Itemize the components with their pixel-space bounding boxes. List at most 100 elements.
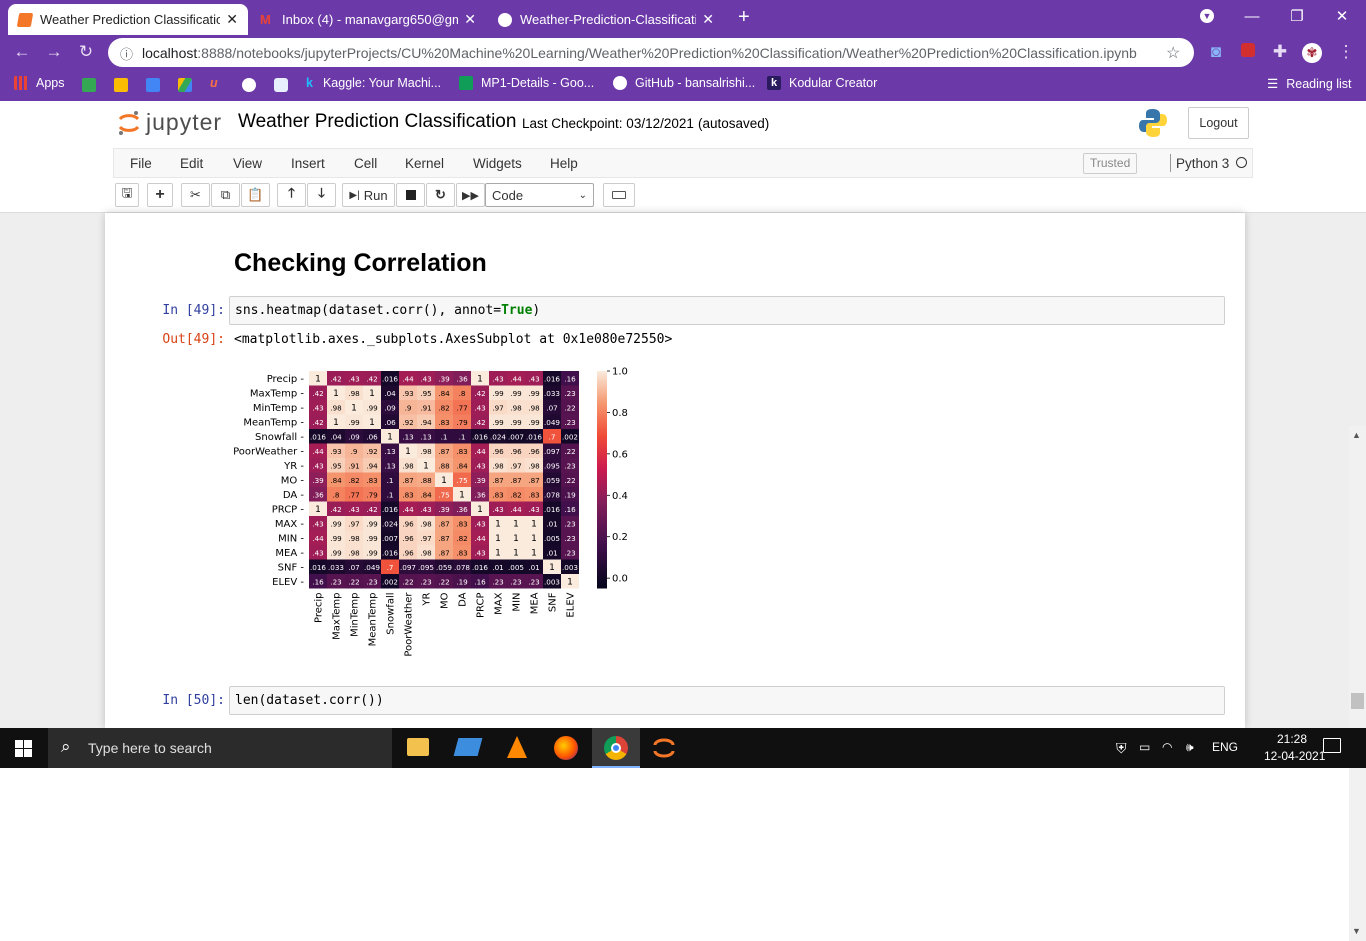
- bookmark-github[interactable]: GitHub - bansalrishi...: [613, 76, 755, 90]
- tab-github[interactable]: Weather-Prediction-Classification ✕: [488, 4, 724, 35]
- battery-icon[interactable]: ▭: [1139, 740, 1150, 754]
- paste-button[interactable]: 📋: [241, 183, 270, 207]
- menu-insert[interactable]: Insert: [291, 156, 325, 171]
- minimize-icon[interactable]: —: [1230, 0, 1274, 32]
- restore-icon[interactable]: ❐: [1275, 0, 1319, 32]
- heatmap-annotation: .095: [544, 461, 560, 470]
- docs-icon[interactable]: [146, 78, 160, 92]
- scroll-down-icon[interactable]: ▼: [1352, 926, 1361, 936]
- photos-icon[interactable]: [274, 78, 288, 92]
- menu-edit[interactable]: Edit: [180, 156, 203, 171]
- close-tab-icon[interactable]: ✕: [702, 11, 714, 28]
- clock-time[interactable]: 21:28: [1277, 732, 1307, 746]
- jupyter-logo[interactable]: jupyter: [117, 109, 222, 136]
- wifi-icon[interactable]: ◠: [1162, 740, 1172, 754]
- sheets-icon[interactable]: [82, 78, 96, 92]
- heatmap-annotation: .13: [402, 432, 413, 441]
- heatmap-col-label: Precip: [314, 593, 325, 624]
- site-info-icon[interactable]: ⓘ: [120, 44, 133, 63]
- heatmap-col-label: MeanTemp: [368, 593, 379, 647]
- heatmap-annotation: .98: [492, 461, 504, 470]
- notifications-icon[interactable]: [1323, 738, 1341, 753]
- command-palette-button[interactable]: [603, 183, 635, 207]
- desktop-app-icon[interactable]: [453, 738, 483, 756]
- heatmap-annotation: .1: [459, 432, 466, 441]
- heatmap-annotation: .75: [438, 490, 449, 499]
- reading-list[interactable]: ☰ Reading list: [1267, 76, 1352, 92]
- menu-kebab-icon[interactable]: ⋮: [1336, 42, 1356, 62]
- notebook-page: Checking Correlation In [49]: sns.heatma…: [105, 213, 1245, 728]
- tab-gmail-inbox[interactable]: M Inbox (4) - manavgarg650@gmail ✕: [250, 4, 486, 35]
- menu-kernel[interactable]: Kernel: [405, 156, 444, 171]
- close-window-icon[interactable]: ✕: [1320, 0, 1364, 32]
- extensions-puzzle-icon[interactable]: ✚: [1270, 42, 1290, 62]
- heatmap-annotation: .88: [420, 476, 432, 485]
- firefox-icon[interactable]: [554, 736, 578, 760]
- jupyter-taskbar-icon[interactable]: [652, 736, 676, 760]
- windows-start-icon[interactable]: [15, 740, 32, 757]
- menu-view[interactable]: View: [233, 156, 262, 171]
- page-scrollbar[interactable]: ▲ ▼: [1349, 426, 1366, 941]
- menu-file[interactable]: File: [130, 156, 152, 171]
- bookmark-kaggle[interactable]: k Kaggle: Your Machi...: [306, 76, 441, 90]
- heatmap-annotation: .84: [420, 490, 432, 499]
- run-button[interactable]: ▶| Run: [342, 183, 395, 207]
- input-prompt: In [49]:: [162, 303, 225, 318]
- bookmark-star-icon[interactable]: ☆: [1166, 43, 1180, 63]
- udemy-icon[interactable]: u: [210, 76, 218, 90]
- menu-widgets[interactable]: Widgets: [473, 156, 522, 171]
- tab-weather-prediction[interactable]: Weather Prediction Classification ✕: [8, 4, 248, 35]
- restart-button[interactable]: ↻: [426, 183, 455, 207]
- scrollbar-thumb[interactable]: [1351, 693, 1364, 709]
- address-bar[interactable]: ⓘ localhost:8888/notebooks/jupyterProjec…: [108, 38, 1194, 67]
- bookmark-apps[interactable]: Apps: [14, 76, 65, 90]
- close-tab-icon[interactable]: ✕: [464, 11, 476, 28]
- clock-date[interactable]: 12-04-2021: [1264, 749, 1325, 763]
- taskbar-search-box[interactable]: ⌕ Type here to search: [48, 728, 392, 768]
- language-indicator[interactable]: ENG: [1212, 740, 1238, 754]
- heatmap-annotation: .42: [366, 374, 377, 383]
- code-cell-len[interactable]: len(dataset.corr()): [229, 686, 1225, 715]
- reload-icon[interactable]: ↻: [76, 42, 96, 62]
- heatmap-annotation: 1: [495, 534, 501, 544]
- forward-icon[interactable]: →: [44, 42, 64, 62]
- menu-help[interactable]: Help: [550, 156, 578, 171]
- drive-icon[interactable]: [178, 78, 192, 92]
- extension-red-icon[interactable]: [1238, 42, 1258, 62]
- code-cell-heatmap[interactable]: sns.heatmap(dataset.corr(), annot=True): [229, 296, 1225, 325]
- volume-icon[interactable]: 🕪: [1186, 740, 1194, 755]
- globe-icon[interactable]: [242, 78, 256, 92]
- trusted-badge[interactable]: Trusted: [1083, 153, 1138, 174]
- vlc-icon[interactable]: [507, 736, 527, 758]
- restart-run-all-button[interactable]: ▶▶: [456, 183, 485, 207]
- camera-extension-icon[interactable]: ◙: [1206, 42, 1226, 62]
- menu-cell[interactable]: Cell: [354, 156, 377, 171]
- scroll-up-icon[interactable]: ▲: [1352, 430, 1361, 440]
- heatmap-annotation: .43: [474, 461, 485, 470]
- close-tab-icon[interactable]: ✕: [226, 11, 238, 28]
- heatmap-annotation: 1: [495, 548, 501, 558]
- interrupt-button[interactable]: [396, 183, 425, 207]
- move-down-button[interactable]: 🡓: [307, 183, 336, 207]
- bookmark-kodular[interactable]: k Kodular Creator: [767, 76, 877, 90]
- file-explorer-icon[interactable]: [407, 738, 429, 756]
- bookmark-mp1-details[interactable]: MP1-Details - Goo...: [459, 76, 594, 90]
- insert-cell-button[interactable]: +: [147, 183, 173, 207]
- move-up-button[interactable]: 🡑: [277, 183, 306, 207]
- notebook-title[interactable]: Weather Prediction Classification: [238, 111, 516, 133]
- heatmap-row-label: MinTemp -: [253, 403, 305, 414]
- tab-search-icon[interactable]: ▼: [1185, 0, 1229, 32]
- cell-type-select[interactable]: Code ⌄: [485, 183, 594, 207]
- heatmap-annotation: .033: [544, 389, 560, 398]
- copy-button[interactable]: ⧉: [211, 183, 240, 207]
- save-button[interactable]: 🖫: [115, 183, 139, 207]
- cut-button[interactable]: ✂: [181, 183, 210, 207]
- profile-avatar-icon[interactable]: ✾: [1302, 42, 1322, 63]
- back-icon[interactable]: ←: [12, 42, 32, 62]
- security-shield-icon[interactable]: ⛨: [1116, 740, 1127, 757]
- chrome-taskbar-button[interactable]: [592, 728, 640, 768]
- new-tab-icon[interactable]: +: [738, 6, 750, 29]
- slides-icon[interactable]: [114, 78, 128, 92]
- heatmap-annotation: .01: [546, 548, 557, 557]
- logout-button[interactable]: Logout: [1188, 107, 1249, 139]
